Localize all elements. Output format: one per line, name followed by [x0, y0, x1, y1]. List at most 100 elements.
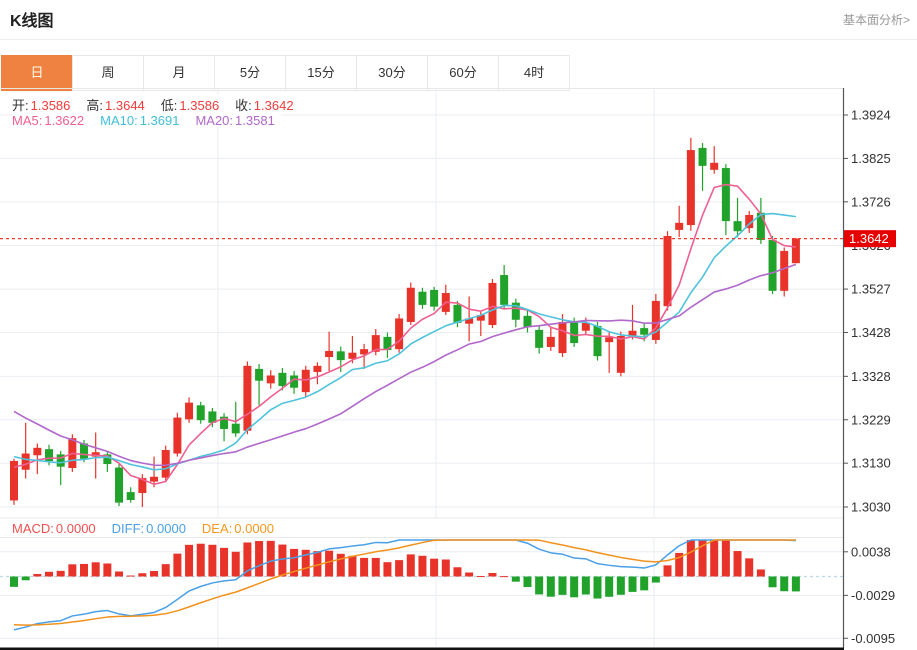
macd-bar: [605, 577, 613, 597]
macd-bar: [127, 576, 135, 577]
macd-bar: [710, 540, 718, 577]
macd-label: MACD:: [12, 521, 54, 536]
candle-body: [652, 301, 660, 340]
macd-bar: [103, 563, 111, 576]
macd-bar: [640, 577, 648, 591]
macd-bar: [68, 564, 76, 576]
candle-body: [547, 337, 555, 347]
dea-line: [14, 540, 796, 625]
macd-bar: [477, 576, 485, 577]
candle-body: [185, 403, 193, 420]
candle-body: [594, 326, 602, 356]
diff-value: 0.0000: [146, 521, 186, 536]
macd-bar: [360, 558, 368, 577]
kline-page: K线图 基本面分析> 日周月5分15分30分60分4时 1.39241.3825…: [0, 0, 917, 650]
candle-body: [418, 292, 426, 305]
candle-body: [255, 369, 263, 381]
macd-bar: [500, 576, 508, 577]
candle-body: [710, 163, 718, 170]
ma5-value: 1.3622: [44, 113, 84, 128]
macd-bar: [418, 556, 426, 577]
macd-row: MACD:0.0000DIFF:0.0000DEA:0.0000: [12, 521, 280, 536]
candle-body: [769, 240, 777, 291]
close-label: 收:: [235, 98, 252, 113]
ma10-label: MA10:: [100, 113, 138, 128]
macd-bar: [208, 545, 216, 577]
close-value: 1.3642: [254, 98, 294, 113]
candle-body: [278, 373, 286, 386]
ma10-line: [14, 214, 796, 470]
macd-bar: [10, 577, 18, 587]
candle-body: [617, 336, 625, 373]
low-label: 低:: [161, 98, 178, 113]
macd-bar: [185, 545, 193, 577]
price-tick-label: 1.3030: [851, 500, 891, 515]
candle-body: [792, 239, 800, 264]
macd-bar: [348, 556, 356, 577]
ma5-label: MA5:: [12, 113, 42, 128]
candle-body: [127, 492, 135, 500]
price-tick-label: 1.3130: [851, 456, 891, 471]
candle-body: [430, 290, 438, 307]
open-value: 1.3586: [31, 98, 71, 113]
macd-tick-label: -0.0029: [851, 588, 895, 603]
candle-body: [407, 288, 415, 322]
macd-bar: [383, 562, 391, 576]
ma20-label: MA20:: [195, 113, 233, 128]
macd-bar: [150, 571, 158, 576]
candle-body: [722, 168, 730, 221]
macd-bar: [745, 558, 753, 576]
candle-body: [488, 283, 496, 325]
macd-bar: [162, 564, 170, 576]
macd-bar: [115, 571, 123, 576]
candle-body: [500, 275, 508, 305]
ohlc-row: 开:1.3586高:1.3644低:1.3586收:1.3642: [12, 95, 300, 114]
macd-bar: [465, 573, 473, 577]
price-tick-label: 1.3328: [851, 369, 891, 384]
macd-bar: [769, 577, 777, 588]
candle-body: [395, 318, 403, 349]
candle-body: [173, 418, 181, 454]
macd-bar: [395, 560, 403, 576]
macd-bar: [337, 554, 345, 577]
macd-bar: [512, 577, 520, 582]
candle-body: [640, 328, 648, 335]
macd-bar: [792, 577, 800, 592]
macd-bar: [757, 569, 765, 576]
macd-bar: [734, 551, 742, 576]
macd-bar: [45, 572, 53, 577]
candle-body: [558, 322, 566, 353]
candle-body: [302, 370, 310, 392]
price-tick-label: 1.3229: [851, 412, 891, 427]
macd-bar: [407, 554, 415, 576]
macd-bar: [232, 552, 240, 577]
candle-body: [115, 468, 123, 503]
candle-body: [348, 353, 356, 359]
macd-bar: [535, 577, 543, 595]
candle-body: [675, 223, 683, 230]
ma20-line: [14, 264, 796, 465]
macd-bar: [722, 540, 730, 577]
macd-bar: [197, 544, 205, 577]
macd-tick-label: 0.0038: [851, 544, 891, 559]
macd-bar: [278, 545, 286, 577]
candle-body: [267, 375, 275, 383]
candle-body: [162, 450, 170, 478]
macd-bar: [594, 577, 602, 599]
macd-bar: [325, 551, 333, 577]
dea-value: 0.0000: [234, 521, 274, 536]
diff-label: DIFF:: [112, 521, 145, 536]
open-label: 开:: [12, 98, 29, 113]
current-price-badge-text: 1.3642: [849, 231, 889, 246]
macd-bar: [22, 577, 30, 581]
macd-bar: [442, 560, 450, 577]
price-tick-label: 1.3924: [851, 108, 891, 123]
candle-body: [535, 330, 543, 348]
macd-bar: [558, 577, 566, 595]
macd-bar: [780, 577, 788, 592]
macd-bar: [652, 577, 660, 583]
candle-body: [780, 251, 788, 291]
ma10-value: 1.3691: [140, 113, 180, 128]
macd-bar: [547, 577, 555, 597]
candle-body: [687, 150, 695, 225]
